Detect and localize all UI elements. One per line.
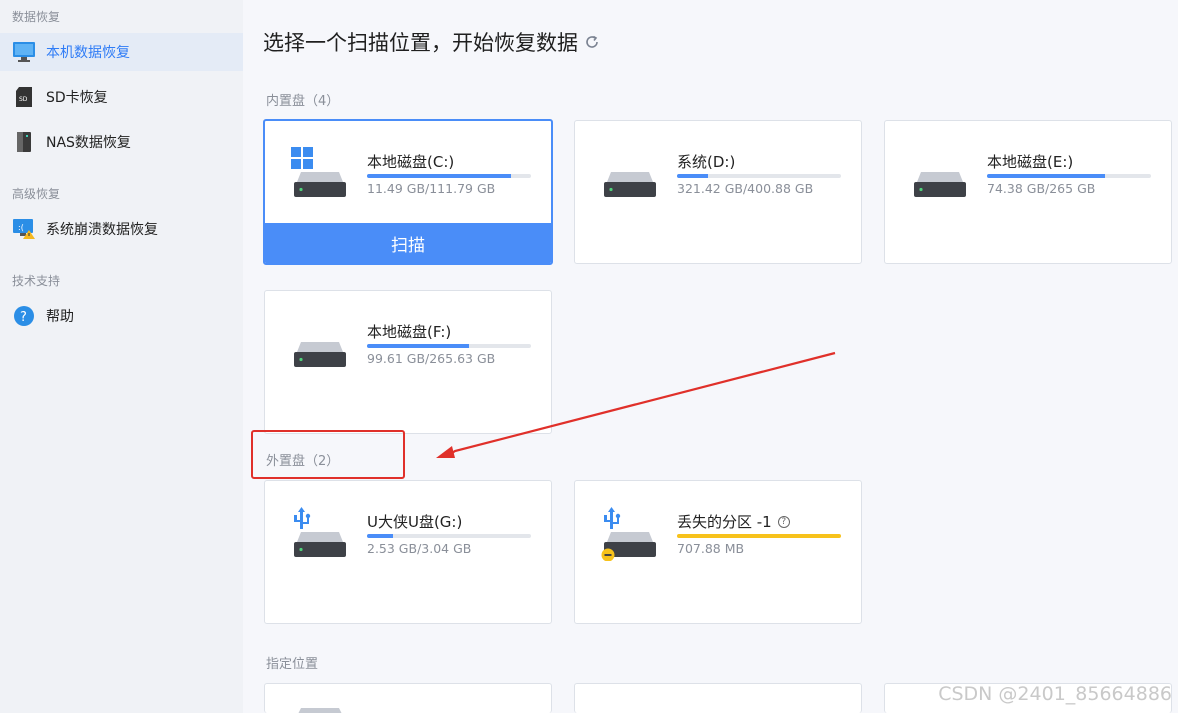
annotation-arrow-icon	[436, 351, 836, 458]
watermark-text: CSDN @2401_85664886	[938, 683, 1172, 705]
